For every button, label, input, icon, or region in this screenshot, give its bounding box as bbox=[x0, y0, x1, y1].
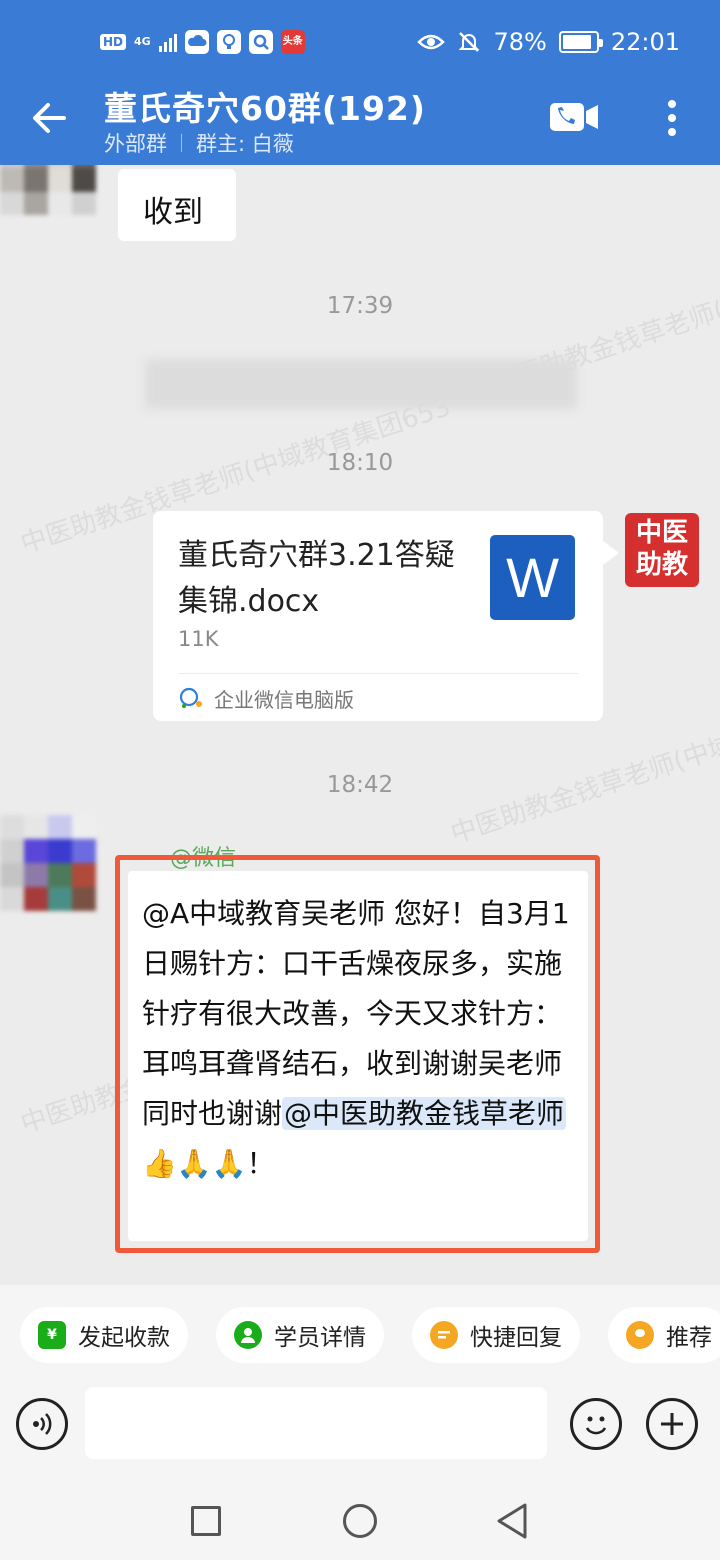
avatar[interactable] bbox=[0, 165, 96, 215]
message-text: 收到 bbox=[143, 195, 203, 230]
chip-label: 学员详情 bbox=[274, 1325, 366, 1351]
avatar[interactable]: 中医 助教 bbox=[625, 513, 699, 587]
plus-icon bbox=[661, 1413, 683, 1435]
video-call-icon[interactable] bbox=[548, 100, 600, 134]
hd-badge: HD bbox=[100, 34, 127, 50]
chip-label: 推荐 bbox=[666, 1325, 712, 1351]
timestamp: 17:39 bbox=[326, 293, 394, 319]
clock: 22:01 bbox=[610, 28, 680, 56]
voice-icon bbox=[33, 1413, 52, 1435]
file-source-label: 企业微信电脑版 bbox=[214, 687, 354, 712]
voice-input-button[interactable] bbox=[16, 1398, 68, 1450]
status-bar: HD 4G 头条 78% 22:01 bbox=[0, 24, 720, 64]
chip-quick-reply[interactable]: 快捷回复 bbox=[412, 1307, 580, 1363]
recent-apps-button[interactable] bbox=[191, 1506, 221, 1536]
battery-icon bbox=[558, 31, 603, 53]
message-text: @A中域教育吴老师 您好！自3月1日赐针方：口干舌燥夜尿多，实施针疗有很大改善，… bbox=[142, 889, 572, 1189]
emoji-group: 👍🙏🙏 bbox=[142, 1147, 247, 1180]
avatar-text: 中医 bbox=[635, 518, 688, 548]
bulb-icon bbox=[216, 30, 241, 54]
chip-payment[interactable]: ¥ 发起收款 bbox=[20, 1307, 188, 1363]
file-source: 企业微信电脑版 bbox=[178, 681, 354, 715]
chat-subtitle: 外部群 群主: 白薇 bbox=[104, 128, 294, 158]
chip-label: 发起收款 bbox=[78, 1325, 170, 1351]
message-body: @A中域教育吴老师 您好！自3月1日赐针方：口干舌燥夜尿多，实施针疗有很大改善，… bbox=[142, 897, 570, 1130]
network-label: 4G bbox=[134, 35, 151, 48]
toutiao-icon: 头条 bbox=[280, 30, 305, 54]
home-button[interactable] bbox=[343, 1504, 377, 1538]
avatar[interactable] bbox=[0, 815, 96, 911]
eye-icon bbox=[417, 34, 446, 50]
signal-icon bbox=[158, 32, 177, 52]
back-arrow-icon[interactable] bbox=[28, 96, 72, 140]
avatar-text: 助教 bbox=[635, 550, 688, 580]
top-bar: HD 4G 头条 78% 22:01 董氏奇穴60群(192) 外部群 群主: … bbox=[0, 0, 720, 165]
cloud-icon bbox=[184, 30, 209, 54]
divider bbox=[178, 673, 578, 674]
word-file-icon: W bbox=[490, 535, 575, 620]
timestamp: 18:10 bbox=[326, 450, 394, 476]
message-end: ！ bbox=[246, 1147, 275, 1180]
mute-bell-icon bbox=[459, 32, 480, 52]
file-size: 11K bbox=[178, 627, 219, 651]
nav-back-icon[interactable] bbox=[495, 1502, 529, 1540]
mention-link[interactable]: @中医助教金钱草老师 bbox=[282, 1097, 567, 1130]
timestamp: 18:42 bbox=[326, 772, 394, 798]
chip-label: 快捷回复 bbox=[470, 1325, 562, 1351]
input-bar bbox=[0, 1385, 720, 1480]
emoji-button[interactable] bbox=[570, 1398, 622, 1450]
smiley-icon bbox=[585, 1416, 607, 1435]
user-detail-icon bbox=[234, 1321, 262, 1349]
quick-reply-icon bbox=[430, 1321, 458, 1349]
more-menu-icon[interactable] bbox=[660, 96, 684, 140]
system-nav-bar bbox=[0, 1480, 720, 1560]
search-app-icon bbox=[248, 30, 273, 54]
chat-area[interactable]: 中医助教金钱草老师(中域教育集团653 中医助教金钱草老师(中域教育集团653 … bbox=[0, 165, 720, 1285]
group-owner-label[interactable]: 群主: 白薇 bbox=[196, 128, 294, 158]
chat-title: 董氏奇穴60群(192) bbox=[104, 89, 426, 128]
subtitle-divider bbox=[181, 134, 182, 152]
recommend-icon bbox=[626, 1321, 654, 1349]
more-actions-button[interactable] bbox=[646, 1398, 698, 1450]
battery-percent: 78% bbox=[493, 28, 547, 56]
wecom-icon bbox=[179, 687, 202, 708]
chip-recommend[interactable]: 推荐 bbox=[608, 1307, 720, 1363]
payment-icon: ¥ bbox=[38, 1321, 66, 1349]
message-bubble[interactable]: 收到 bbox=[118, 169, 236, 241]
group-type-label: 外部群 bbox=[104, 132, 167, 156]
file-message-card[interactable]: 董氏奇穴群3.21答疑集锦.docx 11K W 企业微信电脑版 bbox=[153, 511, 619, 721]
blurred-system-notice bbox=[145, 359, 577, 409]
quick-actions-bar: ¥ 发起收款 学员详情 快捷回复 推荐 bbox=[0, 1285, 720, 1385]
message-input[interactable] bbox=[85, 1387, 547, 1459]
chip-student-details[interactable]: 学员详情 bbox=[216, 1307, 384, 1363]
file-name: 董氏奇穴群3.21答疑集锦.docx bbox=[178, 538, 455, 619]
